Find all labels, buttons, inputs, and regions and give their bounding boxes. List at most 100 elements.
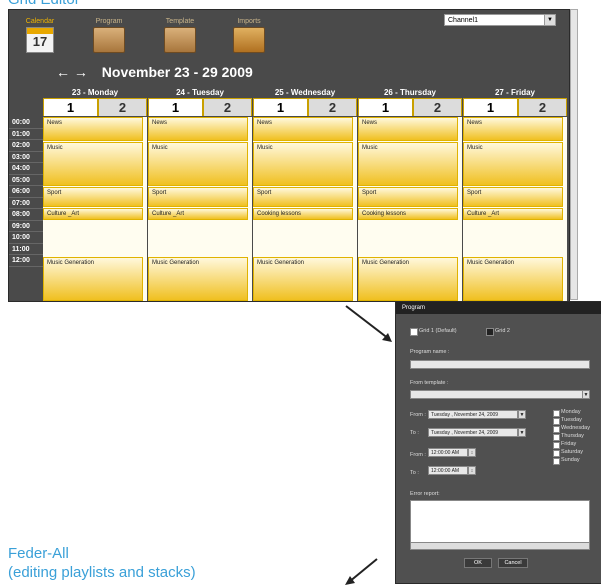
calendar-label: Calendar (25, 18, 55, 25)
hour-label: 03:00 (9, 152, 43, 163)
stepper-icon[interactable]: ↕ (468, 448, 476, 457)
program-block[interactable]: Culture _Art (43, 208, 143, 220)
grid-tab-2[interactable]: 2 (413, 98, 462, 116)
day-header: 27 - Friday (494, 88, 535, 97)
grid-tab-2[interactable]: 2 (308, 98, 357, 116)
grid1-checkbox[interactable] (410, 328, 418, 336)
weekday-label: Friday (561, 441, 577, 447)
chevron-down-icon[interactable]: ▼ (518, 410, 526, 419)
day-column: 26 - Thursday 1 2 (358, 88, 462, 116)
weekday-checkbox[interactable] (553, 434, 560, 441)
program-block[interactable]: Culture _Art (463, 208, 563, 220)
hour-label: 08:00 (9, 209, 43, 221)
program-block[interactable]: Music (358, 142, 458, 186)
program-block[interactable]: Sport (148, 187, 248, 207)
grid-tab-1[interactable]: 1 (358, 98, 413, 116)
week-title: November 23 - 29 2009 (101, 64, 253, 80)
hour-label: 02:00 (9, 140, 43, 152)
program-block[interactable]: Music (463, 142, 563, 186)
caption-feder-all: Feder-All (8, 545, 69, 562)
program-block[interactable]: News (358, 117, 458, 141)
program-icon (93, 27, 125, 53)
program-block[interactable]: Sport (358, 187, 458, 207)
error-report-scrollbar[interactable] (410, 542, 590, 550)
weekday-label: Saturday (561, 449, 584, 455)
to-time-input[interactable]: 12:00:00 AM (428, 466, 468, 475)
day-header: 24 - Tuesday (176, 88, 224, 97)
program-block[interactable]: Cooking lessons (358, 208, 458, 220)
program-block[interactable]: Music (148, 142, 248, 186)
program-block[interactable]: Music (253, 142, 353, 186)
grid-tab-1[interactable]: 1 (148, 98, 203, 116)
hour-label: 09:00 (9, 221, 43, 232)
chevron-down-icon: ▼ (544, 15, 555, 25)
weekday-checkbox[interactable] (553, 450, 560, 457)
program-block[interactable]: Music Generation (358, 257, 458, 301)
program-dialog: Program Grid 1 (Default) Grid 2 Program … (395, 301, 601, 584)
day-column: 25 - Wednesday 1 2 (253, 88, 357, 116)
grid-scrollbar[interactable] (570, 9, 578, 300)
hour-label: 11:00 (9, 244, 43, 255)
calendar-icon: 17 (26, 27, 54, 53)
hour-label: 12:00 (9, 255, 43, 267)
toolbar-template[interactable]: Template (154, 18, 206, 53)
from-date-label: From : (410, 412, 426, 418)
from-time-input[interactable]: 12:00:00 AM (428, 448, 468, 457)
weekday-checkbox[interactable] (553, 418, 560, 425)
program-block[interactable]: Music Generation (43, 257, 143, 301)
cancel-button[interactable]: Cancel (498, 558, 528, 568)
day-grid: News Music Sport Cooking lessons Music Gener… (253, 117, 357, 301)
grid-tab-1[interactable]: 1 (43, 98, 98, 116)
week-header: ← → November 23 - 29 2009 (56, 64, 253, 80)
ok-button[interactable]: OK (464, 558, 492, 568)
chevron-down-icon[interactable]: ▼ (582, 390, 590, 399)
program-block[interactable]: News (253, 117, 353, 141)
imports-icon (233, 27, 265, 53)
grid-tab-1[interactable]: 1 (463, 98, 518, 116)
weekday-checkbox[interactable] (553, 410, 560, 417)
program-block[interactable]: Sport (43, 187, 143, 207)
hour-label: 07:00 (9, 198, 43, 209)
program-block[interactable]: Sport (253, 187, 353, 207)
program-block[interactable]: Music (43, 142, 143, 186)
program-block[interactable]: News (148, 117, 248, 141)
day-grid: News Music Sport Culture _Art Music Generati… (43, 117, 147, 301)
template-select[interactable] (410, 390, 590, 399)
hour-label: 06:00 (9, 186, 43, 198)
weekday-checkbox[interactable] (553, 442, 560, 449)
grid-tab-2[interactable]: 2 (98, 98, 147, 116)
week-nav-arrows[interactable]: ← → (56, 64, 88, 80)
channel-select[interactable]: Channel1 ▼ (444, 14, 556, 26)
program-block[interactable]: Music Generation (463, 257, 563, 301)
grid-tab-2[interactable]: 2 (203, 98, 252, 116)
program-block[interactable]: News (43, 117, 143, 141)
toolbar-calendar[interactable]: Calendar 17 (14, 18, 66, 53)
weekday-checkbox[interactable] (553, 458, 560, 465)
to-date-input[interactable]: Tuesday , November 24, 2009 (428, 428, 518, 437)
caption-grid-editor: Grid Editor (8, 0, 80, 8)
grid2-checkbox[interactable] (486, 328, 494, 336)
hour-label: 05:00 (9, 175, 43, 186)
program-block[interactable]: Culture _Art (148, 208, 248, 220)
program-block[interactable]: Sport (463, 187, 563, 207)
chevron-down-icon[interactable]: ▼ (518, 428, 526, 437)
program-block[interactable]: Music Generation (253, 257, 353, 301)
stepper-icon[interactable]: ↕ (468, 466, 476, 475)
grid-tab-2[interactable]: 2 (518, 98, 567, 116)
channel-value: Channel1 (448, 17, 478, 24)
toolbar-program[interactable]: Program (83, 18, 135, 53)
from-date-input[interactable]: Tuesday , November 24, 2009 (428, 410, 518, 419)
grid-editor-window: Calendar 17 Program Template Imports Cha… (8, 9, 570, 302)
error-report-label: Error report: (410, 491, 440, 497)
program-block[interactable]: News (463, 117, 563, 141)
program-block[interactable]: Music Generation (148, 257, 248, 301)
program-name-label: Program name : (410, 349, 450, 355)
program-block[interactable]: Cooking lessons (253, 208, 353, 220)
toolbar-imports[interactable]: Imports (223, 18, 275, 53)
program-label: Program (95, 18, 123, 25)
weekday-label: Monday (561, 409, 581, 415)
program-name-input[interactable] (410, 360, 590, 369)
weekday-checkbox[interactable] (553, 426, 560, 433)
grid-tab-1[interactable]: 1 (253, 98, 308, 116)
day-header: 26 - Thursday (383, 88, 436, 97)
